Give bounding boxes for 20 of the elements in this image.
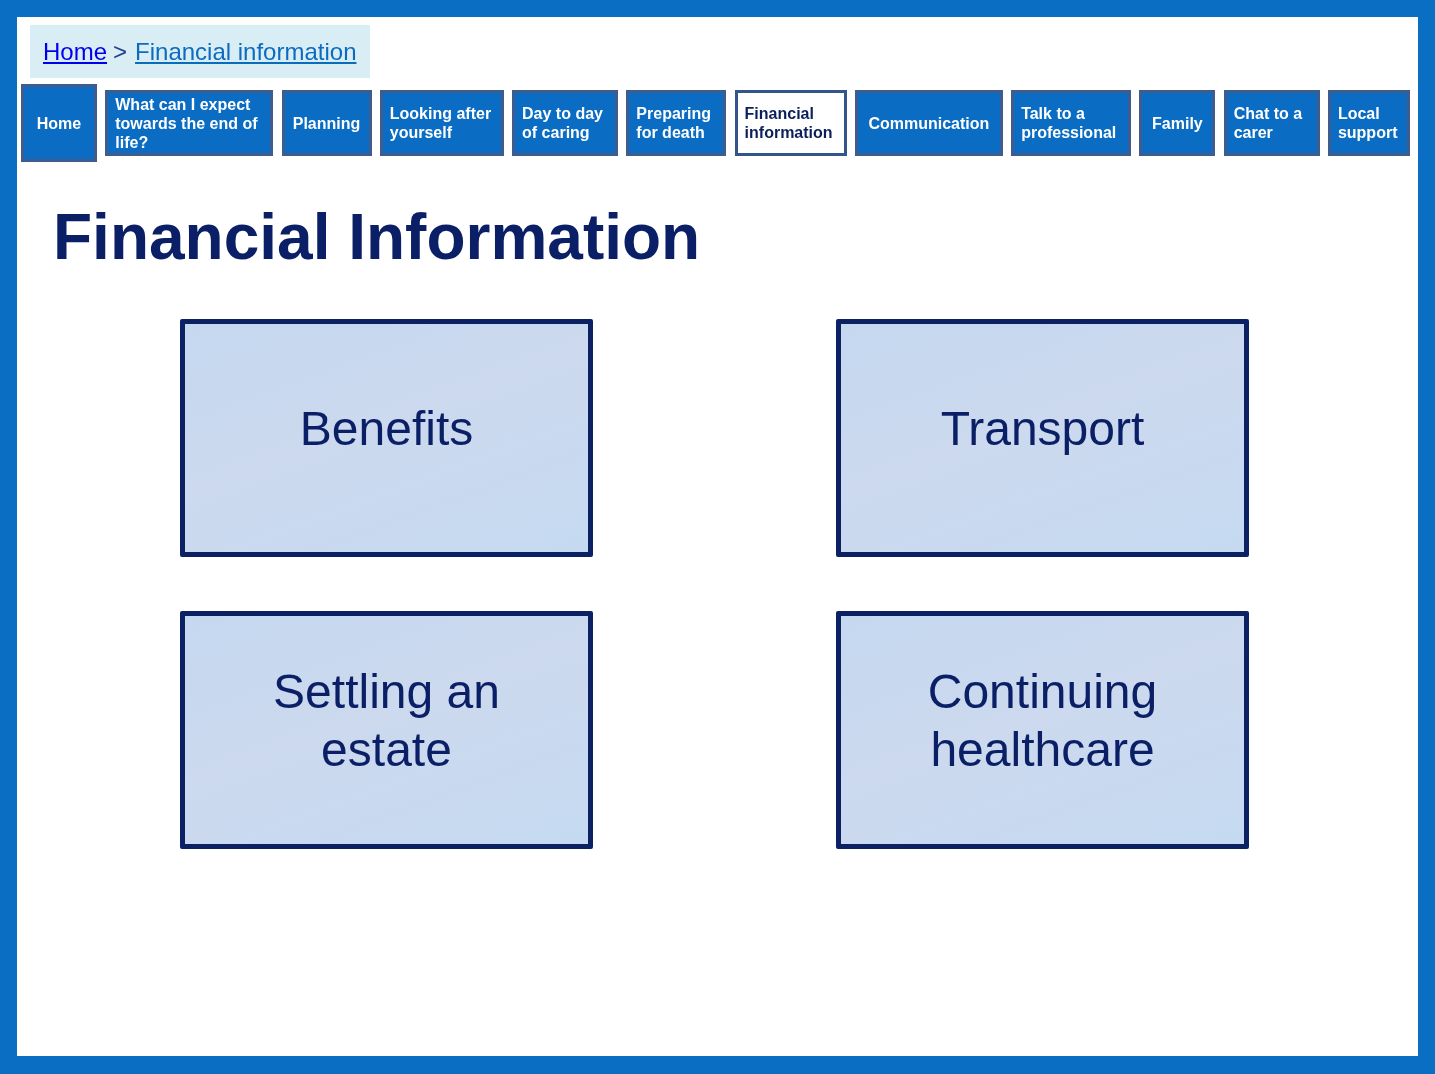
nav-tab[interactable]: Day to day of caring <box>512 90 619 156</box>
page-heading: Financial Information <box>53 200 702 274</box>
nav-tab[interactable]: Planning <box>281 90 372 156</box>
breadcrumb-link[interactable]: Financial information <box>135 37 357 66</box>
breadcrumb-separator: > <box>113 37 128 66</box>
nav-tab[interactable]: Financial information <box>734 90 847 156</box>
nav-tab[interactable]: What can I expect towards the end of life? <box>105 90 274 156</box>
breadcrumb-link[interactable]: Home <box>43 37 114 66</box>
nav-tab[interactable]: Family <box>1139 90 1216 156</box>
topic-card[interactable]: Settling an estate <box>180 611 593 849</box>
topic-card[interactable]: Continuing healthcare <box>836 611 1249 849</box>
nav-tab[interactable]: Communication <box>854 90 1003 156</box>
nav-tab[interactable]: Local support <box>1327 90 1410 156</box>
nav-tab[interactable]: Talk to a professional <box>1011 90 1132 156</box>
nav-tab[interactable]: Looking after yourself <box>379 90 504 156</box>
topic-card[interactable]: Benefits <box>180 319 593 557</box>
nav-tab[interactable]: Chat to a carer <box>1223 90 1320 156</box>
nav-tab[interactable]: Home <box>21 84 97 162</box>
nav-tab[interactable]: Preparing for death <box>626 90 727 156</box>
topic-card[interactable]: Transport <box>836 319 1249 557</box>
